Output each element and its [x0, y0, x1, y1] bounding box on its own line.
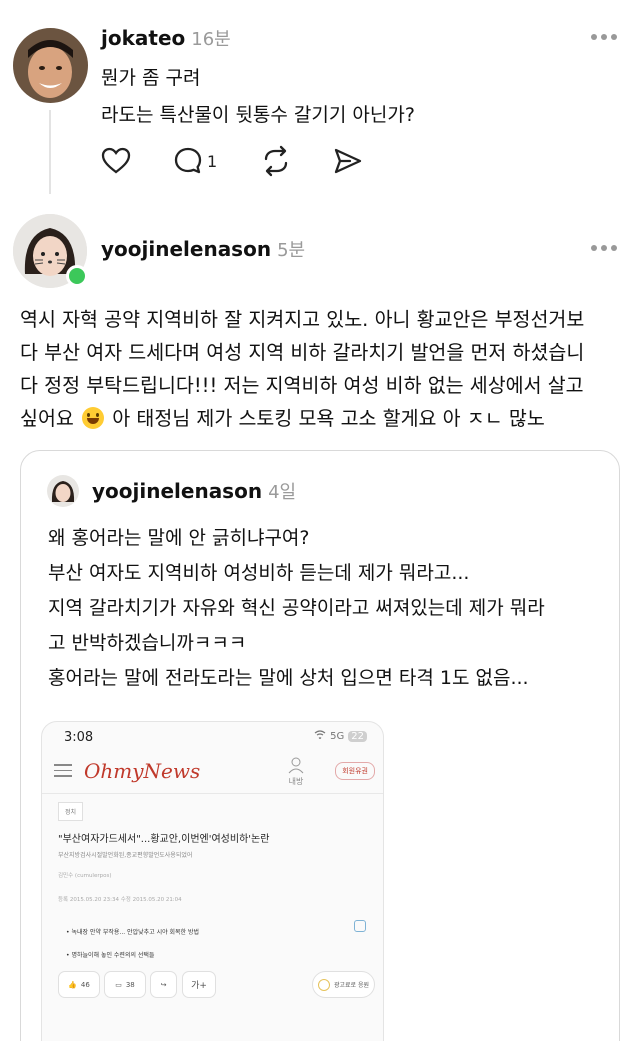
comment-icon: [174, 147, 202, 174]
font-size-button: 가+: [182, 971, 216, 998]
comment-count: 38: [125, 980, 135, 989]
news-header: OhmyNews 내방 회원유권: [42, 752, 383, 794]
timestamp: 4일: [268, 482, 297, 503]
user-icon: 내방: [284, 756, 308, 787]
post-text-line: 다 정정 부탁드립니다!!! 저는 지역비하 여성 비하 없는 세상에서 살고: [20, 374, 584, 397]
network-label: 5G: [330, 730, 345, 742]
phone-clock: 3:08: [64, 730, 94, 745]
reply-count: 1: [207, 151, 218, 171]
username[interactable]: jokateo 16분: [101, 25, 231, 51]
post-body: 역시 자혁 공약 지역비하 잘 지켜지고 있노. 아니 황교안은 부정선거보 다…: [20, 303, 626, 435]
attached-screenshot[interactable]: 3:08 5G 22 OhmyNews 내방 회원유권 정치 "부산여자가드세서…: [41, 721, 384, 1041]
comment-button: ▭ 38: [104, 971, 146, 998]
heart-icon: [101, 147, 131, 174]
quoted-text-line: 고 반박하겠습니까ㅋㅋㅋ: [48, 632, 247, 654]
online-status-badge: [66, 265, 88, 287]
repost-button[interactable]: [260, 143, 292, 179]
article-title: "부산여자가드세서"...황교안,이번엔'여성비하'논란: [58, 834, 270, 845]
thumbs-up-icon: 👍: [68, 980, 77, 989]
article-date: 등록 2015.05.20 23:34 수정 2015.05.20 21:04: [58, 897, 182, 903]
post-text-line-with-emoji: 싶어요 아 태정님 제가 스토킹 모욕 고소 할게요 아 ㅈㄴ 많노: [20, 402, 626, 435]
user-label: 내방: [288, 777, 304, 786]
repost-icon: [264, 145, 288, 177]
screenshot-bottom-area: [42, 1012, 383, 1041]
like-button[interactable]: [100, 143, 132, 179]
share-button[interactable]: [332, 143, 364, 179]
share-button: ↪: [150, 971, 177, 998]
wifi-icon: [314, 730, 326, 742]
quoted-text-line: 홍어라는 말에 전라도라는 말에 상처 입으면 타격 1도 없음...: [48, 667, 529, 689]
related-article: • 명하늘이해 놓인 수련의의 선택들: [66, 952, 155, 959]
quoted-text-line: 부산 여자도 지역비하 여성비하 듣는데 제가 뭐라고...: [48, 562, 470, 584]
username-text[interactable]: yoojinelenason: [92, 479, 262, 503]
related-article: • 녹내장 안약 부작용... 안압낮추고 시야 회복한 방법: [66, 929, 200, 936]
news-logo: OhmyNews: [84, 759, 201, 783]
avatar-image: [47, 475, 79, 507]
quoted-post-body: 왜 홍어라는 말에 안 긁히냐구여? 부산 여자도 지역비하 여성비하 듣는데 …: [48, 521, 608, 696]
thread-line: [49, 110, 51, 194]
send-icon: [334, 148, 362, 174]
section-tag: 정치: [58, 802, 84, 821]
phone-status-bar: 5G 22: [314, 730, 367, 742]
quoted-text-line: 지역 갈라치기가 자유와 혁신 공약이라고 써져있는데 제가 뭐라: [48, 597, 545, 619]
like-count: 46: [80, 980, 90, 989]
quoted-username[interactable]: yoojinelenason 4일: [92, 478, 296, 504]
post-text-line: 라도는 특산물이 뒷통수 갈기기 아닌가?: [101, 104, 415, 126]
quoted-text-line: 왜 홍어라는 말에 안 긁히냐구여?: [48, 527, 310, 549]
post-text-segment: 싶어요: [20, 407, 74, 430]
post-text-line: 다 부산 여자 드세다며 여성 지역 비하 갈라치기 발언을 먼저 하셨습니: [20, 341, 585, 364]
timestamp: 16분: [191, 29, 231, 50]
quoted-avatar[interactable]: [47, 475, 79, 507]
avatar-image: [13, 28, 88, 103]
more-options-icon[interactable]: [591, 34, 619, 42]
timestamp: 5분: [277, 240, 306, 261]
related-article-text: 녹내장 안약 부작용... 안압낮추고 시야 회복한 방법: [71, 929, 200, 936]
coin-icon: [317, 978, 330, 991]
share-icon: ↪: [160, 980, 167, 989]
username[interactable]: yoojinelenason 5분: [101, 236, 305, 262]
quoted-post-card[interactable]: yoojinelenason 4일 왜 홍어라는 말에 안 긁히냐구여? 부산 여…: [20, 450, 620, 1041]
username-text[interactable]: yoojinelenason: [101, 237, 271, 261]
grinning-face-emoji-icon: [82, 407, 105, 429]
article-subtitle: 부산지방검사시절발언화된,종교편향발언도사용되었어: [58, 852, 193, 859]
ad-support-button: 광고료로 응원: [312, 971, 375, 998]
battery-icon: 22: [348, 730, 367, 742]
avatar-jokateo[interactable]: [13, 28, 88, 103]
like-button: 👍 46: [58, 971, 100, 998]
related-article-text: 명하늘이해 놓인 수련의의 선택들: [71, 952, 155, 959]
more-options-icon[interactable]: [591, 245, 619, 253]
hamburger-menu-icon: [54, 764, 72, 778]
article-author: 김민수 (cumulerpos): [58, 873, 112, 879]
action-bar: 1: [100, 143, 380, 179]
ad-support-label: 광고료로 응원: [333, 982, 370, 989]
post-text-segment: 아 태정님 제가 스토킹 모욕 고소 할게요 아 ㅈㄴ 많노: [112, 407, 545, 430]
username-text[interactable]: jokateo: [101, 26, 185, 50]
info-icon: [354, 920, 366, 932]
join-button: 회원유권: [335, 762, 375, 780]
reply-button[interactable]: 1: [172, 143, 217, 179]
post-text-line: 역시 자혁 공약 지역비하 잘 지켜지고 있노. 아니 황교안은 부정선거보: [20, 308, 585, 331]
post-text-line: 뭔가 좀 구려: [101, 67, 201, 89]
comment-icon: ▭: [115, 980, 122, 989]
